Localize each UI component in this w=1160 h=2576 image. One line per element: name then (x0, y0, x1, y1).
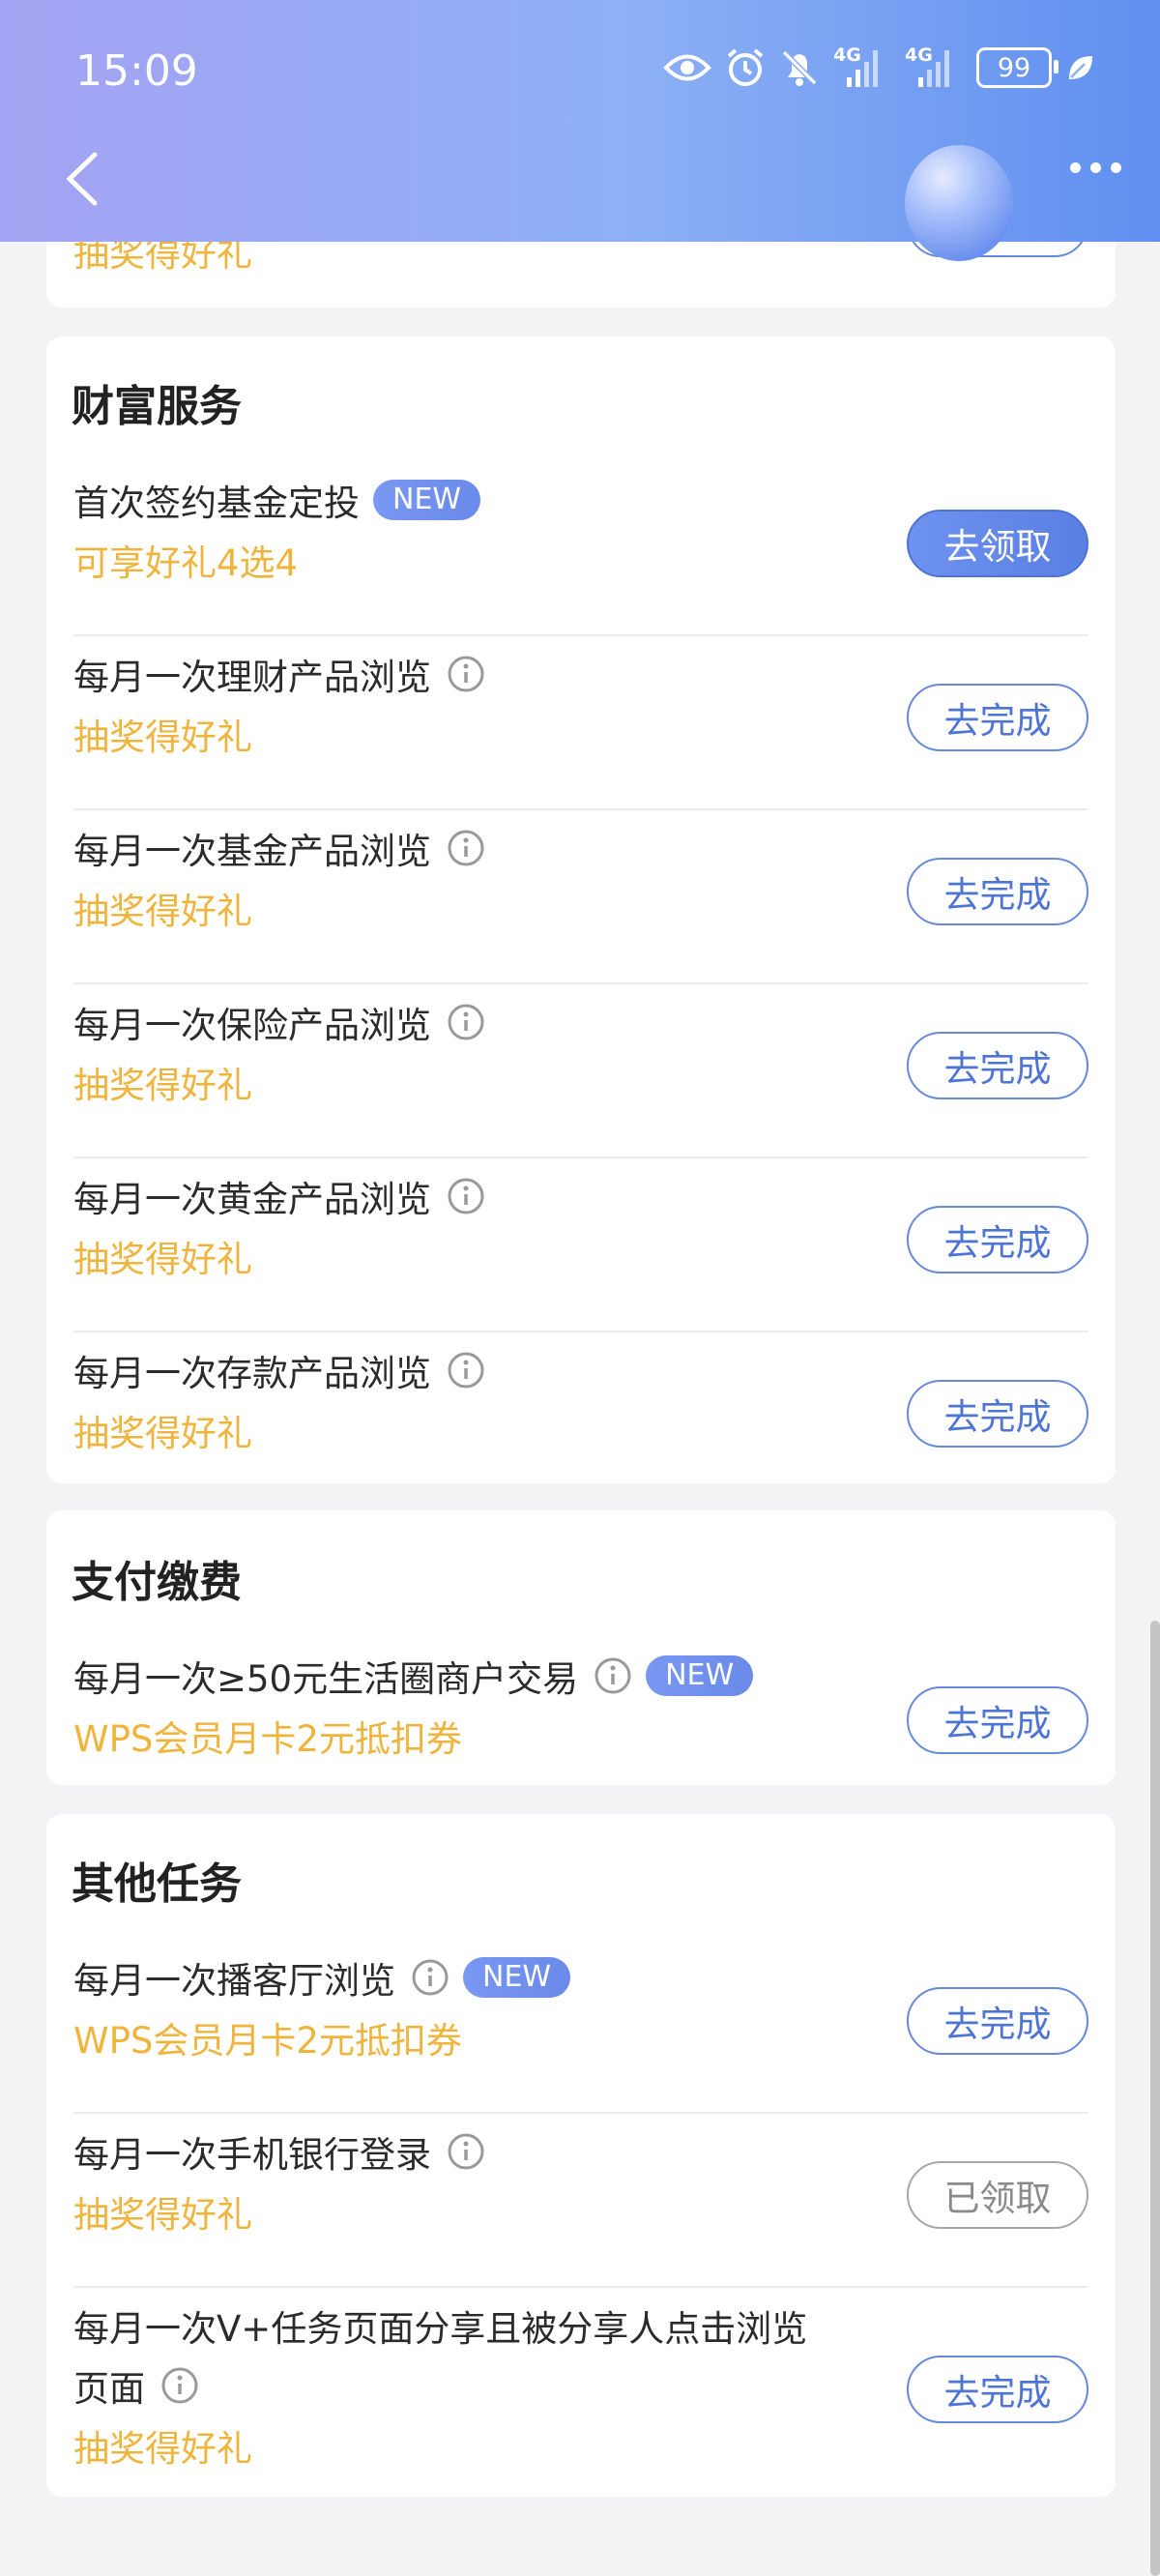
task-reward: 抽奖得好礼 (73, 2194, 252, 2236)
new-badge: NEW (463, 1957, 571, 1998)
task-row-insurance-browse: 每月一次保险产品浏览 抽奖得好礼 去完成 (46, 984, 1116, 1158)
section-title-payment: 支付缴费 (72, 1558, 242, 1607)
dot-icon (1070, 162, 1081, 173)
task-row-wealth-browse: 每月一次理财产品浏览 抽奖得好礼 去完成 (46, 636, 1116, 810)
task-reward: 抽奖得好礼 (73, 1065, 252, 1106)
floating-assistant-orb[interactable] (905, 145, 1013, 261)
chevron-left-icon (66, 152, 98, 206)
complete-button[interactable]: 去完成 (907, 2356, 1088, 2423)
info-icon[interactable] (447, 1351, 485, 1390)
section-title-wealth: 财富服务 (72, 382, 242, 431)
dot-icon (1111, 162, 1121, 173)
info-icon[interactable] (447, 1003, 485, 1041)
back-button[interactable] (58, 145, 106, 213)
complete-button[interactable]: 去完成 (907, 1987, 1088, 2055)
more-options-button[interactable] (1070, 162, 1121, 173)
section-title-other: 其他任务 (72, 1859, 242, 1909)
task-name: 每月一次理财产品浏览 (73, 657, 431, 698)
task-reward: 抽奖得好礼 (73, 2428, 252, 2470)
complete-button[interactable]: 去完成 (907, 1206, 1088, 1273)
task-reward: WPS会员月卡2元抵扣券 (73, 2020, 462, 2062)
complete-button[interactable]: 去完成 (907, 684, 1088, 751)
task-reward: 抽奖得好礼 (73, 1413, 252, 1454)
complete-button[interactable]: 去完成 (907, 1686, 1088, 1754)
signal-4g-1: 4G (833, 44, 891, 91)
task-row-fund-browse: 每月一次基金产品浏览 抽奖得好礼 去完成 (46, 810, 1116, 984)
claim-button[interactable]: 去领取 (907, 510, 1088, 577)
task-name: 每月一次存款产品浏览 (73, 1353, 431, 1394)
task-reward: WPS会员月卡2元抵扣券 (73, 1718, 462, 1760)
task-name-line2: 页面 (73, 2368, 145, 2410)
payment-card: 支付缴费 每月一次≥50元生活圈商户交易 NEW WPS会员月卡2元抵扣券 去完成 (46, 1510, 1116, 1785)
task-reward: 抽奖得好礼 (73, 717, 252, 758)
status-time: 15:09 (75, 46, 198, 96)
complete-button[interactable]: 去完成 (907, 858, 1088, 925)
info-icon[interactable] (447, 829, 485, 867)
info-icon[interactable] (594, 1656, 632, 1695)
battery-indicator: 99 (976, 47, 1058, 88)
other-tasks-card: 其他任务 每月一次播客厅浏览 NEW WPS会员月卡2元抵扣券 去完成 每月一次手… (46, 1814, 1116, 2497)
wealth-services-card: 财富服务 首次签约基金定投 NEW 可享好礼4选4 去领取 每月一次理财产品浏览 … (46, 337, 1116, 1483)
info-icon[interactable] (447, 2132, 485, 2171)
task-reward: 可享好礼4选4 (73, 542, 299, 584)
task-name: 每月一次播客厅浏览 (73, 1960, 395, 2002)
signal-4g-2: 4G (905, 44, 963, 91)
new-badge: NEW (373, 480, 481, 520)
complete-button[interactable]: 去完成 (907, 1380, 1088, 1448)
alarm-icon (727, 48, 764, 86)
eye-icon (663, 54, 711, 81)
status-icons: 4G 4G 99 (663, 44, 1096, 91)
complete-button[interactable]: 去完成 (907, 1032, 1088, 1099)
task-row-deposit-browse: 每月一次存款产品浏览 抽奖得好礼 去完成 (46, 1332, 1116, 1483)
task-name-line1: 每月一次V+任务页面分享且被分享人点击浏览 (73, 2308, 808, 2350)
info-icon[interactable] (411, 1958, 450, 1997)
task-name: 每月一次手机银行登录 (73, 2134, 431, 2176)
info-icon[interactable] (447, 655, 485, 693)
leaf-icon (1069, 56, 1092, 79)
task-name: 每月一次保险产品浏览 (73, 1005, 431, 1046)
task-row-share-page: 每月一次V+任务页面分享且被分享人点击浏览 页面 抽奖得好礼 去完成 (46, 2288, 1116, 2497)
info-icon[interactable] (160, 2366, 199, 2405)
task-name: 每月一次基金产品浏览 (73, 831, 431, 872)
scrollbar[interactable] (1150, 1621, 1160, 2576)
task-row-gold-browse: 每月一次黄金产品浏览 抽奖得好礼 去完成 (46, 1158, 1116, 1332)
dot-icon (1090, 162, 1101, 173)
task-reward: 抽奖得好礼 (73, 1239, 252, 1280)
task-name: 首次签约基金定投 (73, 483, 360, 524)
claimed-button[interactable]: 已领取 (907, 2161, 1088, 2229)
task-row-podcast-browse: 每月一次播客厅浏览 NEW WPS会员月卡2元抵扣券 去完成 (46, 1940, 1116, 2114)
task-row-merchant-transaction: 每月一次≥50元生活圈商户交易 NEW WPS会员月卡2元抵扣券 去完成 (46, 1638, 1116, 1783)
mute-bell-icon (781, 49, 818, 86)
task-name: 每月一次≥50元生活圈商户交易 (73, 1658, 579, 1700)
task-row-mobile-login: 每月一次手机银行登录 抽奖得好礼 已领取 (46, 2114, 1116, 2288)
new-badge: NEW (646, 1655, 754, 1696)
task-reward: 抽奖得好礼 (73, 891, 252, 932)
task-name: 每月一次黄金产品浏览 (73, 1179, 431, 1220)
task-row-fund-sign: 首次签约基金定投 NEW 可享好礼4选4 去领取 (46, 462, 1116, 636)
info-icon[interactable] (447, 1177, 485, 1215)
